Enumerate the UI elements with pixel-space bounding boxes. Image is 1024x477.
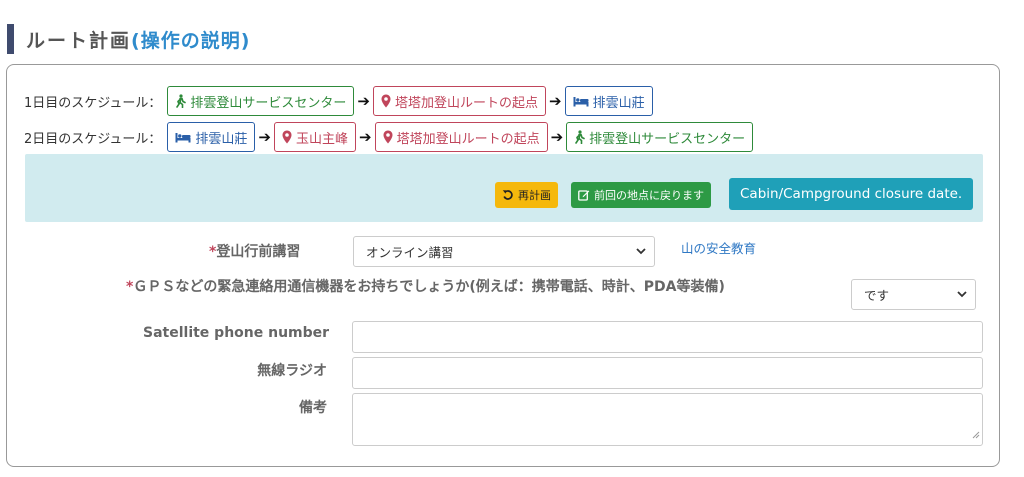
satellite-phone-input[interactable] [352,321,983,353]
instructions-link[interactable]: 操作の説明 [141,30,241,52]
gps-label: *ＧＰＳなどの緊急連絡用通信機器をお持ちでしょうか(例えば：携帯電話、時計、PD… [126,276,725,296]
day1-schedule: 1日目のスケジュール： 排雲登山サービスセンター ➔ 塔塔加登山ルートの起点 ➔… [24,86,653,116]
satellite-phone-label: Satellite phone number [143,325,330,341]
section-header: ルート計画 (操作の説明) [7,24,250,54]
day2-stop-service-center[interactable]: 排雲登山サービスセンター [566,122,754,152]
arrow-right-icon: ➔ [357,92,370,110]
stop-label: 玉山主峰 [295,131,348,147]
bed-icon [573,96,589,107]
day2-schedule: 2日目のスケジュール： 排雲山莊 ➔ 玉山主峰 ➔ 塔塔加登山ルートの起点 ➔ [24,122,754,152]
paren-open: ( [131,29,141,52]
day2-stop-trailhead[interactable]: 塔塔加登山ルートの起点 [374,122,548,152]
notes-textarea[interactable] [352,393,983,446]
lecture-label: *登山行前講習 [209,241,300,261]
day1-stop-service-center[interactable]: 排雲登山サービスセンター [167,86,355,116]
arrow-right-icon: ➔ [258,128,271,146]
arrow-right-icon: ➔ [358,128,372,146]
replan-button[interactable]: 再計画 [495,182,558,208]
day1-label: 1日目のスケジュール： [24,95,162,111]
lecture-select[interactable]: オンライン講習 [353,236,655,267]
title-paren: (操作の説明) [131,26,250,53]
title-accent-bar [7,24,14,54]
map-marker-icon [282,130,292,144]
day1-stop-cabin[interactable]: 排雲山莊 [564,86,653,116]
gps-select-value: です [864,288,890,303]
mountain-safety-education-link[interactable]: 山の安全教育 [681,238,756,257]
replan-label: 再計画 [518,189,551,202]
chevron-down-icon [957,291,967,298]
chevron-down-icon [636,248,646,255]
day1-stop-trailhead[interactable]: 塔塔加登山ルートの起点 [372,86,546,116]
stop-label: 塔塔加登山ルートの起点 [396,131,540,147]
arrow-right-icon: ➔ [548,92,562,110]
stop-label: 排雲登山サービスセンター [589,131,746,147]
stop-label: 排雲山莊 [592,95,645,111]
back-to-previous-label: 前回の地点に戻ります [594,189,704,202]
day2-stop-cabin[interactable]: 排雲山莊 [167,122,256,152]
gps-select[interactable]: です [851,279,976,310]
notes-label: 備考 [299,400,327,416]
lecture-select-value: オンライン講習 [366,245,454,260]
day2-stop-peak[interactable]: 玉山主峰 [273,122,356,152]
arrow-right-icon: ➔ [550,128,564,146]
map-marker-icon [383,130,393,144]
resize-grip-icon[interactable] [972,424,980,443]
day2-label: 2日目のスケジュール： [24,131,162,147]
map-marker-icon [381,94,391,108]
back-to-previous-button[interactable]: 前回の地点に戻ります [571,182,711,208]
gps-label-text: ＧＰＳなどの緊急連絡用通信機器をお持ちでしょうか(例えば：携帯電話、時計、PDA… [133,279,725,295]
hiker-icon [574,130,585,144]
closure-date-button[interactable]: Cabin/Campground closure date. [729,178,974,210]
radio-label: 無線ラジオ [257,363,327,379]
undo-icon [502,189,514,201]
section-title: ルート計画 [26,29,132,52]
edit-icon [578,189,590,201]
stop-label: 排雲山莊 [195,131,248,147]
lecture-label-text: 登山行前講習 [216,244,301,260]
paren-close: ) [240,29,251,52]
bed-icon [175,132,191,143]
route-plan-card: 1日目のスケジュール： 排雲登山サービスセンター ➔ 塔塔加登山ルートの起点 ➔… [6,64,1000,467]
action-panel: 再計画 前回の地点に戻ります Cabin/Campground closure … [25,154,983,222]
stop-label: 塔塔加登山ルートの起点 [394,95,538,111]
hiker-icon [175,94,187,108]
radio-input[interactable] [352,357,983,389]
stop-label: 排雲登山サービスセンター [190,95,347,111]
